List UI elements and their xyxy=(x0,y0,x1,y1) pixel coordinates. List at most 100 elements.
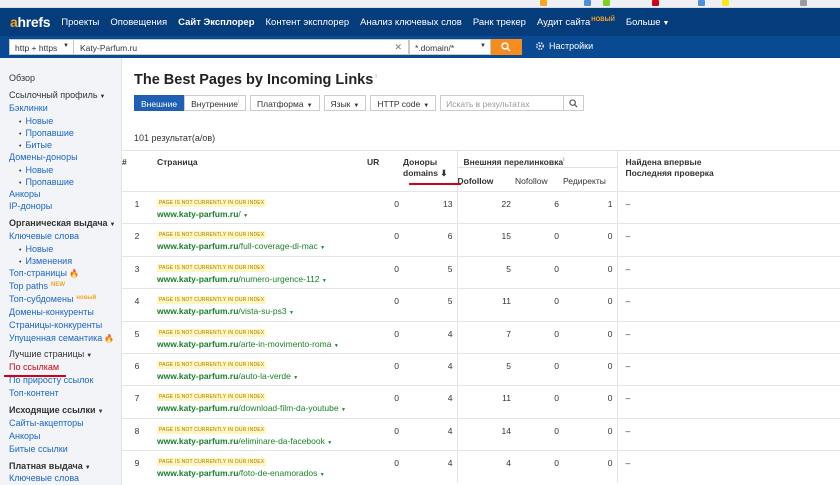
chevron-down-icon[interactable]: ▼ xyxy=(322,278,327,284)
bookmark-icon[interactable] xyxy=(652,0,659,6)
sidebar-ip-donors[interactable]: IP-доноры xyxy=(9,200,121,213)
chevron-down-icon[interactable]: ▼ xyxy=(334,343,339,349)
ahrefs-logo[interactable]: ahrefs xyxy=(10,14,51,30)
bookmark-icon[interactable] xyxy=(584,0,591,6)
info-icon[interactable]: i xyxy=(375,74,376,80)
protocol-select[interactable]: http + https ▼ xyxy=(9,39,74,55)
sidebar-top-content[interactable]: Топ-контент xyxy=(9,387,121,400)
search-button[interactable] xyxy=(491,39,522,55)
nav-site-explorer[interactable]: Сайт Эксплорер xyxy=(178,17,254,28)
sidebar-organic[interactable]: Органическая выдача ▼ xyxy=(9,217,121,230)
sidebar-top-subdomains[interactable]: Топ-субдомены новый xyxy=(9,293,121,306)
sidebar-outgoing[interactable]: Исходящие ссылки ▼ xyxy=(9,404,121,417)
sidebar-backlinks[interactable]: Бэклинки xyxy=(9,102,121,115)
row-dofollow[interactable]: 15 xyxy=(456,223,515,257)
row-dofollow[interactable]: 7 xyxy=(456,321,515,354)
sidebar-out-anchors[interactable]: Анкоры xyxy=(9,430,121,443)
nav-rank-tracker[interactable]: Ранк трекер xyxy=(473,17,526,28)
search-results-input[interactable]: Искать в результатах xyxy=(440,95,565,111)
row-nofollow[interactable]: 6 xyxy=(515,192,563,224)
sidebar-overview[interactable]: Обзор xyxy=(9,72,121,85)
sidebar-kw-new[interactable]: Новые xyxy=(9,243,121,255)
row-dofollow[interactable]: 4 xyxy=(456,450,515,484)
chevron-down-icon[interactable]: ▼ xyxy=(289,310,294,316)
row-domains[interactable]: 6 xyxy=(403,224,457,256)
sidebar-by-links[interactable]: По ссылкам xyxy=(9,361,121,374)
sidebar-kw-changes[interactable]: Изменения xyxy=(9,255,121,267)
col-domains[interactable]: Доноры domains ⬇ xyxy=(403,150,457,192)
col-first-seen[interactable]: Найдена впервые Последняя проверка xyxy=(616,150,840,192)
sidebar-best-pages[interactable]: Лучшие страницы ▼ xyxy=(9,348,121,361)
nav-more[interactable]: Больше ▼ xyxy=(626,17,670,28)
page-url-link[interactable]: www.katy-parfum.ru/full-coverage-di-mac … xyxy=(157,241,367,251)
sidebar-linked-domains[interactable]: Сайты-акцепторы xyxy=(9,417,121,430)
row-dofollow[interactable]: 5 xyxy=(456,256,515,289)
mode-select[interactable]: *.domain/* ▼ xyxy=(409,39,491,55)
page-url-link[interactable]: www.katy-parfum.ru/eliminare-da-facebook… xyxy=(157,436,367,446)
page-url-link[interactable]: www.katy-parfum.ru/arte-in-movimento-rom… xyxy=(157,339,367,349)
row-domains[interactable]: 4 xyxy=(403,321,457,353)
row-domains[interactable]: 5 xyxy=(403,256,457,288)
nav-keywords-explorer[interactable]: Анализ ключевых слов xyxy=(360,17,462,28)
nav-projects[interactable]: Проекты xyxy=(61,17,99,28)
sidebar-anchors[interactable]: Анкоры xyxy=(9,188,121,201)
sidebar-ref-new[interactable]: Новые xyxy=(9,164,121,176)
row-domains[interactable]: 4 xyxy=(403,451,457,483)
chevron-down-icon[interactable]: ▼ xyxy=(320,245,325,251)
sidebar-keywords[interactable]: Ключевые слова xyxy=(9,230,121,243)
row-dofollow[interactable]: 11 xyxy=(456,288,515,322)
chevron-down-icon[interactable]: ▼ xyxy=(327,440,332,446)
sidebar-backlinks-new[interactable]: Новые xyxy=(9,115,121,127)
filter-internal[interactable]: Внутренниеi xyxy=(184,95,247,111)
sidebar-paid[interactable]: Платная выдача ▼ xyxy=(9,460,121,473)
filter-platform[interactable]: Платформа ▼ xyxy=(250,95,320,111)
row-domains[interactable]: 4 xyxy=(403,353,457,385)
sidebar-backlinks-lost[interactable]: Пропавшие xyxy=(9,127,121,139)
search-results-button[interactable] xyxy=(564,95,585,111)
col-dofollow[interactable]: Dofollow xyxy=(456,167,515,192)
sidebar-content-gap[interactable]: Упущенная семантика 🔥 xyxy=(9,332,121,345)
chevron-down-icon[interactable]: ▼ xyxy=(293,375,298,381)
chevron-down-icon[interactable]: ▼ xyxy=(320,472,325,478)
sidebar-competing-domains[interactable]: Домены-конкуренты xyxy=(9,306,121,319)
nav-site-audit[interactable]: Аудит сайтаНОВЫЙ xyxy=(537,17,615,28)
sidebar-broken-links[interactable]: Битые ссылки xyxy=(9,443,121,456)
bookmark-icon[interactable] xyxy=(722,0,729,6)
page-url-link[interactable]: www.katy-parfum.ru/auto-la-verde ▼ xyxy=(157,371,367,381)
sidebar-ppc-keywords[interactable]: Ключевые слова xyxy=(9,472,121,485)
bookmark-icon[interactable] xyxy=(800,0,807,6)
chevron-down-icon[interactable]: ▼ xyxy=(341,407,346,413)
page-url-link[interactable]: www.katy-parfum.ru/ ▼ xyxy=(157,209,367,219)
sidebar-competing-pages[interactable]: Страницы-конкуренты xyxy=(9,319,121,332)
sidebar-ref-domains[interactable]: Домены-доноры xyxy=(9,151,121,164)
row-dofollow[interactable]: 11 xyxy=(456,385,515,419)
row-dofollow[interactable]: 14 xyxy=(456,418,515,451)
bookmark-icon[interactable] xyxy=(603,0,610,6)
col-nofollow[interactable]: Nofollow xyxy=(515,167,563,192)
sidebar-backlinks-broken[interactable]: Битые xyxy=(9,139,121,151)
page-url-link[interactable]: www.katy-parfum.ru/foto-de-enamorados ▼ xyxy=(157,468,367,478)
row-domains[interactable]: 13 xyxy=(403,192,457,224)
row-dofollow[interactable]: 5 xyxy=(456,353,515,386)
page-url-link[interactable]: www.katy-parfum.ru/vista-su-ps3 ▼ xyxy=(157,306,367,316)
sidebar-link-profile[interactable]: Ссылочный профиль ▼ xyxy=(9,89,121,102)
row-domains[interactable]: 4 xyxy=(403,386,457,418)
nav-content-explorer[interactable]: Контент эксплорер xyxy=(266,17,350,28)
col-page[interactable]: Страница xyxy=(152,150,367,192)
clear-icon[interactable]: ✕ xyxy=(394,42,402,53)
row-domains[interactable]: 4 xyxy=(403,418,457,450)
page-url-link[interactable]: www.katy-parfum.ru/numero-urgence-112 ▼ xyxy=(157,274,367,284)
chevron-down-icon[interactable]: ▼ xyxy=(243,213,248,219)
sidebar-top-paths[interactable]: Top paths NEW xyxy=(9,280,121,293)
bookmark-icon[interactable] xyxy=(540,0,547,6)
col-ur[interactable]: UR xyxy=(367,150,403,192)
row-redirects[interactable]: 1 xyxy=(563,192,617,224)
row-dofollow[interactable]: 22 xyxy=(456,191,515,224)
filter-language[interactable]: Язык ▼ xyxy=(323,95,367,111)
col-redirects[interactable]: Редиректы xyxy=(563,167,617,192)
nav-alerts[interactable]: Оповещения xyxy=(110,17,167,28)
url-input[interactable]: Katy-Parfum.ru ✕ xyxy=(74,39,409,55)
row-domains[interactable]: 5 xyxy=(403,289,457,321)
bookmark-icon[interactable] xyxy=(698,0,705,6)
settings-button[interactable]: Настройки xyxy=(535,41,593,51)
